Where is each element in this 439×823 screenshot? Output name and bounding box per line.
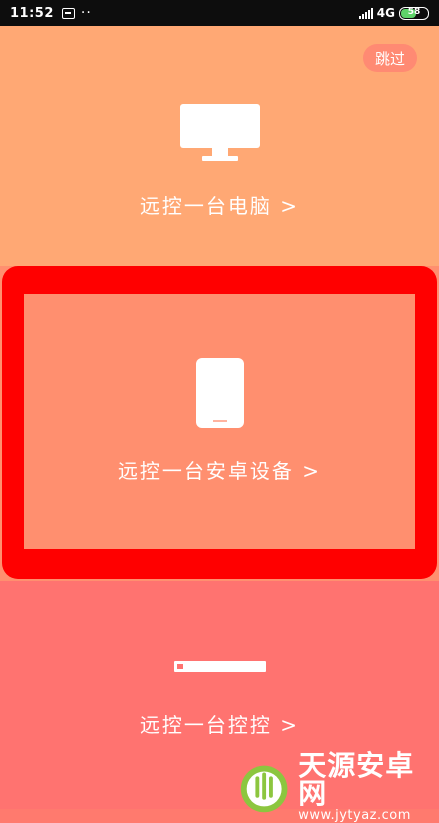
remote-kongkong-label: 远控一台控控 > [139, 713, 300, 737]
monitor-icon [180, 104, 260, 161]
skip-button[interactable]: 跳过 [363, 44, 417, 72]
watermark-url: www.jytyaz.com [298, 808, 411, 823]
notification-icon [61, 7, 75, 19]
device-bar-icon [174, 661, 266, 672]
battery-level: 58 [407, 6, 421, 17]
remote-pc-label: 远控一台电脑 > [139, 194, 300, 218]
status-right: 4G 58 [358, 6, 429, 20]
network-type: 4G [376, 6, 395, 20]
phone-icon [196, 358, 244, 428]
signal-icon [358, 7, 373, 19]
status-dots: ·· [80, 5, 92, 21]
watermark-name: 天源安卓网 [298, 749, 415, 810]
watermark: 天源安卓网 www.jytyaz.com [236, 752, 439, 823]
battery-icon: 58 [399, 6, 429, 20]
status-bar: 11:52 ·· 4G 58 [0, 0, 439, 26]
watermark-logo-icon [240, 765, 288, 812]
status-time: 11:52 [10, 5, 54, 21]
remote-android-label: 远控一台安卓设备 > [117, 459, 322, 483]
